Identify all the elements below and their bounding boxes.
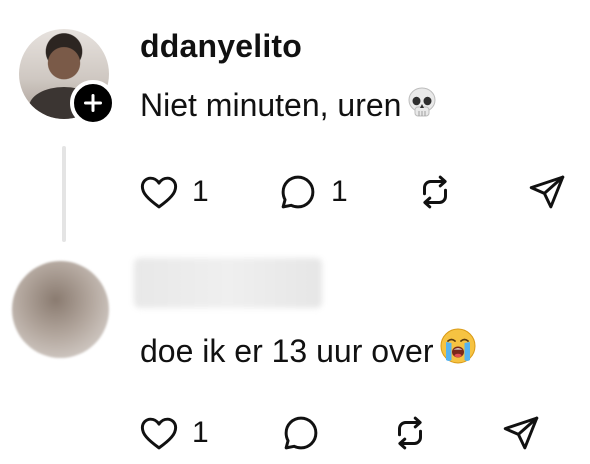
action-bar: 1 1 (0, 167, 590, 217)
comment-button[interactable] (280, 408, 334, 458)
like-button[interactable]: 1 (138, 167, 209, 217)
send-icon (529, 175, 565, 209)
repost-button[interactable] (414, 167, 456, 217)
post-text: doe ik er 13 uur over (140, 326, 478, 374)
repost-button[interactable] (389, 408, 431, 458)
repost-icon (423, 175, 447, 209)
skull-icon (405, 86, 439, 128)
share-button[interactable] (526, 167, 568, 217)
heart-icon (140, 417, 178, 450)
post-text: Niet minuten, uren (140, 86, 439, 128)
username[interactable]: ddanyelito (140, 28, 302, 65)
comment-count: 1 (331, 175, 348, 208)
post-text-content: doe ik er 13 uur over (140, 333, 434, 369)
loudly-crying-face-icon (438, 326, 478, 374)
comment-icon (284, 416, 318, 450)
like-button[interactable]: 1 (138, 408, 209, 458)
send-icon (503, 416, 539, 450)
share-button[interactable] (500, 408, 542, 458)
repost-icon (398, 416, 422, 450)
comment-icon (281, 175, 315, 209)
action-bar: 1 (0, 408, 590, 458)
post: ddanyelito Niet minuten, uren 1 1 (0, 0, 590, 250)
like-count: 1 (192, 416, 209, 449)
comment-button[interactable]: 1 (277, 167, 348, 217)
post: doe ik er 13 uur over 1 (0, 250, 590, 464)
follow-button[interactable] (70, 80, 116, 126)
heart-icon (140, 176, 178, 209)
like-count: 1 (192, 175, 209, 208)
post-text-content: Niet minuten, uren (140, 87, 402, 123)
username-redacted[interactable] (134, 258, 322, 308)
avatar[interactable] (12, 261, 109, 358)
plus-icon (84, 94, 102, 112)
